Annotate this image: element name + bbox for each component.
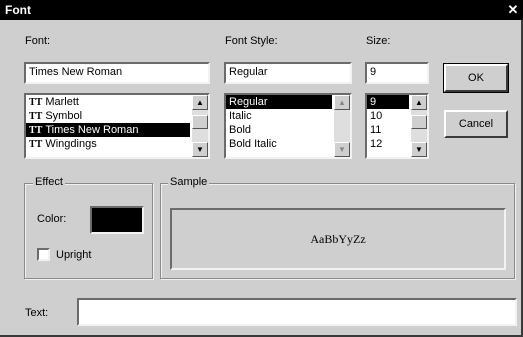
size-list-item-12[interactable]: 12: [367, 137, 409, 151]
cancel-button[interactable]: Cancel: [444, 110, 508, 138]
font-style-label: Font Style:: [225, 35, 278, 47]
truetype-icon: TT: [29, 97, 43, 108]
color-swatch[interactable]: [90, 206, 144, 234]
font-list-item-marlett[interactable]: TT Marlett: [26, 95, 190, 109]
style-list-item-bold-italic[interactable]: Bold Italic: [226, 137, 332, 151]
size-list-item-10[interactable]: 10: [367, 109, 409, 123]
font-list-item-times-new-roman[interactable]: TT Times New Roman: [26, 123, 190, 137]
text-label: Text:: [25, 307, 49, 319]
font-style-listbox[interactable]: Regular Italic Bold Bold Italic ▲ ▼: [224, 93, 352, 159]
color-label: Color:: [37, 213, 67, 225]
font-scrollbar[interactable]: ▲ ▼: [192, 95, 208, 157]
upright-label: Upright: [56, 249, 92, 261]
scroll-up-icon[interactable]: ▲: [411, 95, 427, 110]
scroll-up-icon[interactable]: ▲: [334, 95, 350, 110]
style-list-item-italic[interactable]: Italic: [226, 109, 332, 123]
font-dialog: Font ✕ Font: Times New Roman TT Marlett T…: [0, 0, 523, 337]
size-input[interactable]: 9: [365, 62, 429, 84]
truetype-icon: TT: [29, 111, 43, 122]
font-listbox[interactable]: TT Marlett TT Symbol TT Times New Roman TT W…: [24, 93, 210, 159]
scrollbar-thumb[interactable]: [192, 115, 208, 129]
window-title: Font: [5, 3, 31, 17]
style-list-item-regular[interactable]: Regular: [226, 95, 332, 109]
size-label: Size:: [366, 35, 391, 47]
scroll-down-icon[interactable]: ▼: [334, 142, 350, 157]
sample-preview: AaBbYyZz: [170, 208, 506, 270]
size-scrollbar[interactable]: ▲ ▼: [411, 95, 427, 157]
title-bar[interactable]: Font ✕: [0, 0, 523, 20]
font-list-item-wingdings[interactable]: TT Wingdings: [26, 137, 190, 151]
text-input[interactable]: [77, 298, 517, 326]
scroll-down-icon[interactable]: ▼: [192, 142, 208, 157]
font-list-item-symbol[interactable]: TT Symbol: [26, 109, 190, 123]
style-list-item-bold[interactable]: Bold: [226, 123, 332, 137]
scrollbar-thumb[interactable]: [411, 115, 427, 129]
upright-checkbox[interactable]: [37, 248, 50, 261]
ok-button[interactable]: OK: [443, 63, 509, 93]
scroll-up-icon[interactable]: ▲: [192, 95, 208, 110]
style-scrollbar[interactable]: ▲ ▼: [334, 95, 350, 157]
close-icon[interactable]: ✕: [505, 2, 521, 17]
size-list-item-9[interactable]: 9: [367, 95, 409, 109]
font-label: Font:: [25, 35, 51, 47]
font-style-input[interactable]: Regular: [224, 62, 352, 84]
font-name-input[interactable]: Times New Roman: [24, 62, 210, 84]
sample-group-label: Sample: [168, 176, 210, 188]
size-list-item-11[interactable]: 11: [367, 123, 409, 137]
sample-text: AaBbYyZz: [310, 231, 366, 246]
scroll-down-icon[interactable]: ▼: [411, 142, 427, 157]
truetype-icon: TT: [29, 125, 43, 136]
size-listbox[interactable]: 9 10 11 12 ▲ ▼: [365, 93, 429, 159]
truetype-icon: TT: [29, 139, 43, 150]
effect-group-label: Effect: [33, 176, 65, 188]
